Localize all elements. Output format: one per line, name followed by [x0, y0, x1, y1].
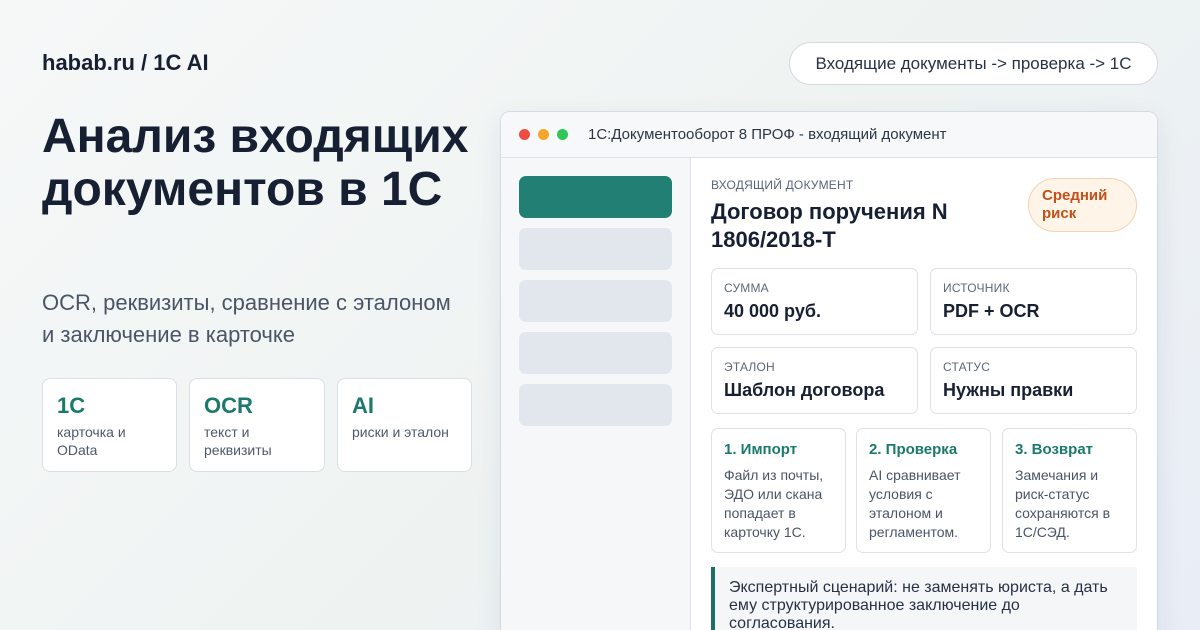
step-text: AI сравнивает условия с эталоном и регла… — [869, 467, 961, 540]
field-label: СУММА — [724, 281, 769, 295]
risk-badge: Средний риск — [1028, 178, 1137, 232]
stat-card-1c: 1С карточка и OData — [42, 378, 177, 472]
page-headline: Анализ входящих документов в 1С — [42, 110, 469, 216]
stat-label: карточка и OData — [57, 424, 126, 458]
sidebar-item[interactable] — [519, 280, 672, 322]
document-kicker: ВХОДЯЩИЙ ДОКУМЕНТ — [711, 178, 854, 192]
field-value: PDF + OCR — [943, 301, 1040, 321]
step-title: 2. Проверка — [869, 441, 958, 458]
step-title: 1. Импорт — [724, 441, 798, 458]
field-template: ЭТАЛОН Шаблон договора — [711, 347, 918, 414]
field-value: Шаблон договора — [724, 380, 885, 400]
step-title: 3. Возврат — [1015, 441, 1094, 458]
field-source: ИСТОЧНИК PDF + OCR — [930, 268, 1137, 335]
field-amount: СУММА 40 000 руб. — [711, 268, 918, 335]
stat-card-ai: AI риски и эталон — [337, 378, 472, 472]
field-label: ИСТОЧНИК — [943, 281, 1010, 295]
maximize-dot-icon — [557, 129, 568, 140]
field-label: СТАТУС — [943, 360, 991, 374]
stat-value: 1С — [57, 393, 86, 418]
step-import: 1. Импорт Файл из почты, ЭДО или скана п… — [711, 428, 846, 553]
brand-title: habab.ru / 1C AI — [42, 50, 209, 75]
app-window-mockup: 1С:Документооборот 8 ПРОФ - входящий док… — [500, 111, 1158, 630]
page-subhead: OCR, реквизиты, сравнение с эталоном и з… — [42, 290, 451, 347]
step-text: Файл из почты, ЭДО или скана попадает в … — [724, 467, 824, 540]
sidebar-item[interactable] — [519, 332, 672, 374]
stat-value: OCR — [204, 393, 253, 418]
field-label: ЭТАЛОН — [724, 360, 775, 374]
field-value: Нужны правки — [943, 380, 1074, 400]
stat-label: риски и эталон — [352, 424, 449, 440]
document-panel: ВХОДЯЩИЙ ДОКУМЕНТ Договор поручения N 18… — [711, 158, 1137, 630]
minimize-dot-icon — [538, 129, 549, 140]
sidebar-item[interactable] — [519, 228, 672, 270]
step-text: Замечания и риск-статус сохраняются в 1С… — [1015, 467, 1111, 540]
sidebar — [501, 158, 691, 630]
flow-pill: Входящие документы -> проверка -> 1С — [789, 42, 1158, 85]
expert-note: Экспертный сценарий: не заменять юриста,… — [711, 567, 1137, 630]
field-status: СТАТУС Нужны правки — [930, 347, 1137, 414]
close-dot-icon — [519, 129, 530, 140]
sidebar-item[interactable] — [519, 384, 672, 426]
field-value: 40 000 руб. — [724, 301, 821, 321]
step-check: 2. Проверка AI сравнивает условия с этал… — [856, 428, 991, 553]
step-return: 3. Возврат Замечания и риск-статус сохра… — [1002, 428, 1137, 553]
stat-value: AI — [352, 393, 374, 418]
window-titlebar: 1С:Документооборот 8 ПРОФ - входящий док… — [501, 112, 1157, 158]
document-title: Договор поручения N 1806/2018-Т — [711, 199, 948, 252]
window-title: 1С:Документооборот 8 ПРОФ - входящий док… — [588, 126, 947, 143]
sidebar-item-active[interactable] — [519, 176, 672, 218]
stat-card-ocr: OCR текст и реквизиты — [189, 378, 325, 472]
stat-label: текст и реквизиты — [204, 424, 272, 458]
